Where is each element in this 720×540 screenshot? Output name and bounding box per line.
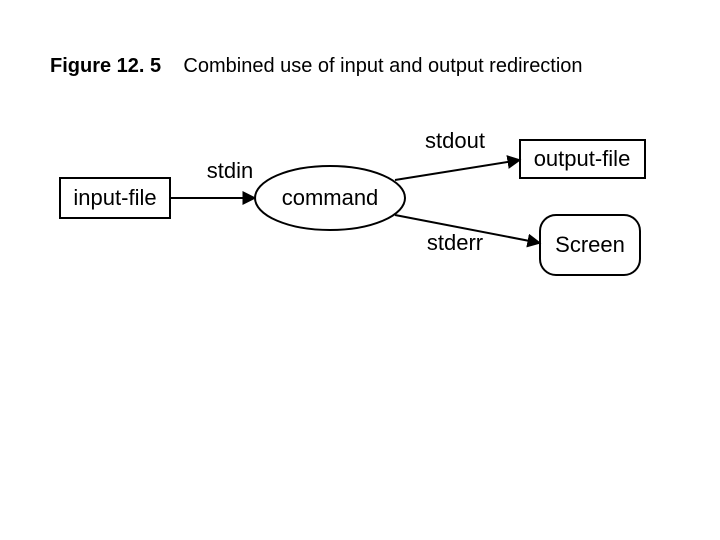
edge-stdin: stdin [170,158,255,198]
node-command: command [255,166,405,230]
node-output-file-label: output-file [534,146,631,171]
node-screen: Screen [540,215,640,275]
node-command-label: command [282,185,379,210]
node-input-file-label: input-file [73,185,156,210]
node-output-file: output-file [520,140,645,178]
edge-stderr: stderr [395,215,540,255]
node-input-file: input-file [60,178,170,218]
diagram-svg: input-file command output-file Screen st… [0,0,720,540]
edge-stdin-label: stdin [207,158,253,183]
node-screen-label: Screen [555,232,625,257]
edge-stderr-label: stderr [427,230,483,255]
edge-stdout: stdout [395,128,520,180]
edge-stdout-label: stdout [425,128,485,153]
